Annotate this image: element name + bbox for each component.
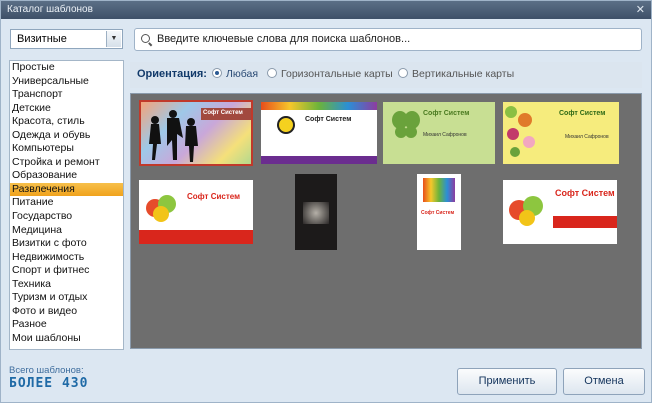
category-item[interactable]: Мои шаблоны [10,332,123,346]
category-item[interactable]: Спорт и фитнес [10,264,123,278]
window-titlebar: Каталог шаблонов ✕ [1,1,651,19]
category-item[interactable]: Транспорт [10,88,123,102]
orientation-vertical-label: Вертикальные карты [412,68,515,80]
category-item[interactable]: Государство [10,210,123,224]
category-item[interactable]: Развлечения [10,182,123,197]
cancel-button[interactable]: Отмена [563,368,645,395]
search-input[interactable]: Введите ключевые слова для поиска шаблон… [134,28,642,51]
card-stripe [261,102,377,110]
category-item[interactable]: Универсальные [10,75,123,89]
category-item[interactable]: Красота, стиль [10,115,123,129]
card-brand: Софт Систем [187,192,241,201]
dancers-illustration [149,110,198,162]
category-item[interactable]: Стройка и ремонт [10,156,123,170]
category-item[interactable]: Образование [10,169,123,183]
template-card[interactable]: Софт Систем [503,180,617,244]
template-card[interactable]: Софт Систем Михаил Сафронов [503,102,619,164]
radio-icon [398,68,408,78]
orientation-label: Ориентация: [137,68,207,80]
category-item[interactable]: Питание [10,196,123,210]
template-card[interactable]: Софт Систем Михаил Сафронов [383,102,495,164]
card-logo-circle [277,116,295,134]
category-item[interactable]: Простые [10,61,123,75]
category-item[interactable]: Туризм и отдых [10,291,123,305]
balloons-illustration [509,196,543,226]
category-item[interactable]: Недвижимость [10,251,123,265]
card-brand: Софт Систем [421,210,455,216]
orientation-bar: Ориентация: Любая Горизонтальные карты В… [130,62,642,88]
category-list: Простые Универсальные Транспорт Детские Крас… [9,60,124,350]
orientation-horizontal-label: Горизонтальные карты [281,68,393,80]
card-brand: Софт Систем [555,188,615,198]
card-person-name: Михаил Сафронов [565,134,609,140]
card-photo [423,178,455,202]
card-brand: Софт Систем [559,110,606,117]
template-count-label: Всего шаблонов: [9,365,84,376]
orientation-vertical-radio[interactable]: Вертикальные карты [398,68,514,81]
template-card[interactable]: Софт Систем [417,174,461,250]
orientation-horizontal-radio[interactable]: Горизонтальные карты [267,68,393,81]
window-title: Каталог шаблонов [7,4,93,15]
template-count-value: БОЛЕЕ 430 [9,376,89,391]
card-red-band [553,216,617,228]
category-type-select[interactable]: Визитные ▼ [10,29,123,49]
card-person-name: Михаил Сафронов [423,132,467,138]
category-item[interactable]: Визитки с фото [10,237,123,251]
template-catalog-window: Каталог шаблонов ✕ Визитные ▼ Введите кл… [0,0,652,403]
category-item[interactable]: Разное [10,318,123,332]
card-brand: Софт Систем [203,110,243,116]
template-card[interactable]: Софт Систем [261,102,377,164]
chevron-down-icon[interactable]: ▼ [106,31,121,47]
balloons-illustration [146,195,176,222]
card-brand: Софт Систем [305,116,352,123]
template-card[interactable] [295,174,337,250]
category-item[interactable]: Одежда и обувь [10,129,123,143]
butterfly-illustration [392,111,420,138]
apply-button[interactable]: Применить [457,368,557,395]
close-icon[interactable]: ✕ [636,1,645,19]
template-gallery: Софт Систем Софт Систем Софт Систем Миха… [130,93,642,349]
category-item[interactable]: Фото и видео [10,305,123,319]
category-item[interactable]: Медицина [10,224,123,238]
card-photo [303,202,329,224]
orientation-any-radio[interactable]: Любая [212,68,258,81]
search-icon [141,34,150,43]
search-placeholder: Введите ключевые слова для поиска шаблон… [157,33,411,45]
template-card[interactable]: Софт Систем [139,180,253,244]
card-brand: Софт Систем [423,110,470,117]
category-item[interactable]: Компьютеры [10,142,123,156]
category-item[interactable]: Детские [10,102,123,116]
radio-icon [212,68,222,78]
category-item[interactable]: Техника [10,278,123,292]
template-card[interactable]: Софт Систем [139,100,253,166]
category-type-value: Визитные [17,33,67,45]
dots-illustration [505,106,535,157]
radio-icon [267,68,277,78]
orientation-any-label: Любая [226,68,259,80]
